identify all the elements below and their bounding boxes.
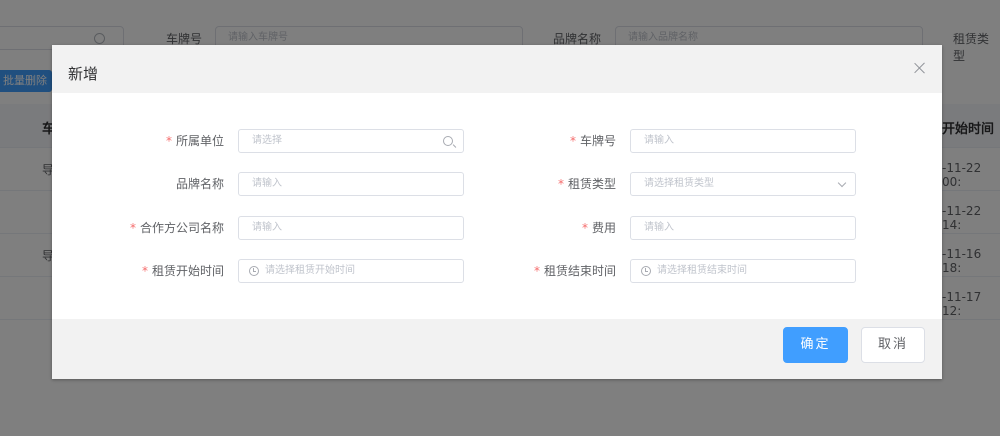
required-mark: * — [141, 264, 148, 278]
required-mark: * — [533, 264, 540, 278]
plate-label-text: 车牌号 — [579, 134, 616, 148]
dialog-header: 新增 — [52, 45, 942, 93]
dialog-footer: 确定 取消 — [52, 319, 942, 379]
lease-type-label-text: 租赁类型 — [567, 177, 616, 191]
required-mark: * — [165, 134, 172, 148]
clock-icon — [641, 266, 651, 276]
cost-input[interactable]: 请输入 — [630, 216, 856, 240]
end-time-placeholder: 请选择租赁结束时间 — [657, 265, 747, 276]
lease-type-label: * 租赁类型 — [416, 172, 616, 196]
required-mark: * — [581, 221, 588, 235]
confirm-button[interactable]: 确定 — [783, 327, 848, 363]
start-time-label-text: 租赁开始时间 — [151, 264, 224, 278]
required-mark: * — [129, 221, 136, 235]
cost-label: * 费用 — [416, 216, 616, 240]
brand-label: 品牌名称 — [175, 177, 224, 191]
cost-placeholder: 请输入 — [644, 222, 674, 233]
required-mark: * — [557, 177, 564, 191]
partner-label: * 合作方公司名称 — [52, 216, 224, 240]
brand-placeholder: 请输入 — [252, 178, 282, 189]
lease-type-select[interactable]: 请选择租赁类型 — [630, 172, 856, 196]
chevron-down-icon[interactable] — [837, 178, 847, 188]
end-time-label-text: 租赁结束时间 — [543, 264, 616, 278]
unit-placeholder: 请选择 — [252, 135, 282, 146]
end-time-picker[interactable]: 请选择租赁结束时间 — [630, 259, 856, 283]
end-time-label: * 租赁结束时间 — [416, 259, 616, 283]
close-icon[interactable] — [914, 62, 926, 74]
lease-type-placeholder: 请选择租赁类型 — [644, 178, 714, 189]
unit-label-text: 所属单位 — [175, 134, 224, 148]
plate-label: * 车牌号 — [416, 129, 616, 153]
partner-placeholder: 请输入 — [252, 222, 282, 233]
cancel-button[interactable]: 取消 — [861, 327, 925, 363]
plate-placeholder: 请输入 — [644, 135, 674, 146]
cost-label-text: 费用 — [591, 221, 616, 235]
clock-icon — [249, 266, 259, 276]
plate-input[interactable]: 请输入 — [630, 129, 856, 153]
start-time-label: * 租赁开始时间 — [52, 259, 224, 283]
add-dialog: 新增 * 所属单位 请选择 * 车牌号 请输入 品牌名称 请输入 * 租赁类型 请选择… — [52, 45, 942, 379]
partner-label-text: 合作方公司名称 — [139, 221, 224, 235]
required-mark: * — [569, 134, 576, 148]
dialog-title: 新增 — [68, 65, 99, 83]
start-time-placeholder: 请选择租赁开始时间 — [265, 265, 355, 276]
unit-label: * 所属单位 — [52, 129, 224, 153]
